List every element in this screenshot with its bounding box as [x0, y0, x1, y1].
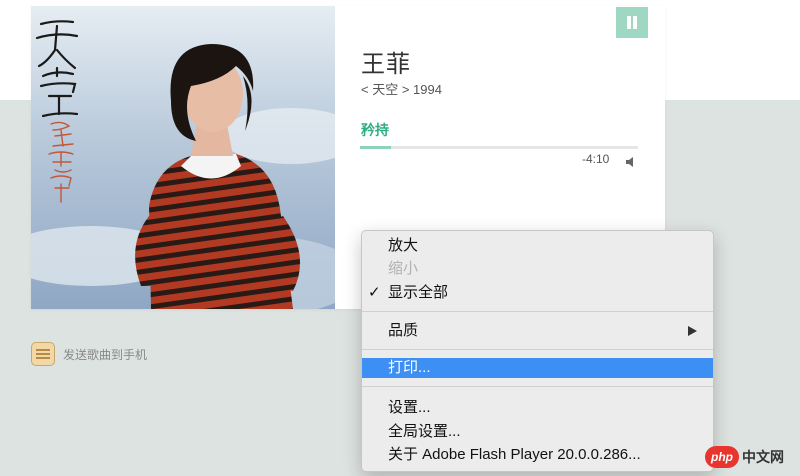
menu-separator [362, 349, 713, 350]
pause-icon [627, 16, 631, 29]
php-logo: php [705, 446, 739, 468]
menu-item-quality[interactable]: 品质 [362, 321, 713, 341]
menu-separator [362, 386, 713, 387]
watermark-text: 中文网 [742, 449, 784, 465]
progress-fill [360, 146, 391, 149]
album-info[interactable]: < 天空 > 1994 [361, 79, 442, 98]
menu-item-global-settings[interactable]: 全局设置... [362, 422, 713, 442]
progress-bar[interactable] [360, 146, 638, 149]
menu-item-print[interactable]: 打印... [362, 358, 713, 378]
album-cover [31, 6, 335, 309]
watermark: php 中文网 [705, 446, 784, 468]
send-to-phone-button[interactable]: 发送歌曲到手机 [31, 342, 147, 366]
artist-name[interactable]: 王菲 [361, 44, 411, 79]
checkmark-icon: ✓ [368, 284, 381, 301]
menu-item-settings[interactable]: 设置... [362, 398, 713, 418]
send-to-phone-label: 发送歌曲到手机 [63, 347, 148, 362]
submenu-arrow-icon [688, 326, 697, 336]
menu-item-about[interactable]: 关于 Adobe Flash Player 20.0.0.286... [362, 445, 713, 465]
song-title[interactable]: 矜持 [361, 120, 389, 140]
time-remaining: -4:10 [582, 152, 610, 166]
phone-radio-icon [31, 342, 55, 366]
pause-button[interactable] [616, 7, 648, 38]
context-menu: 放大 缩小 ✓ 显示全部 品质 打印... 设置... 全局设置... 关于 A… [361, 230, 714, 472]
menu-item-zoom-in[interactable]: 放大 [362, 236, 713, 256]
menu-separator [362, 311, 713, 312]
menu-item-show-all[interactable]: ✓ 显示全部 [362, 283, 713, 303]
menu-item-zoom-out: 缩小 [388, 260, 419, 277]
volume-icon[interactable] [625, 155, 637, 167]
